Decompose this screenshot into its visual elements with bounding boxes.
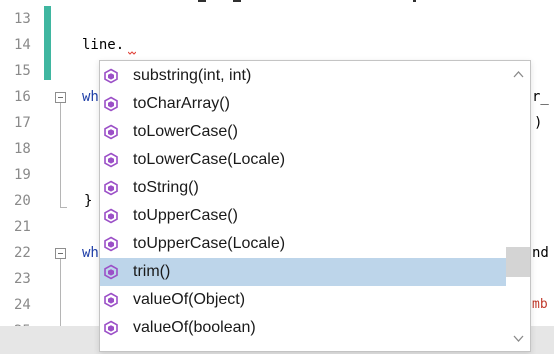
code-fragment[interactable]: ) bbox=[534, 110, 542, 136]
completion-item-label: trim() bbox=[133, 263, 171, 280]
method-icon bbox=[104, 68, 118, 84]
line-number: 22 bbox=[14, 245, 31, 261]
method-icon bbox=[104, 180, 118, 196]
scrollbar-thumb[interactable] bbox=[506, 247, 530, 277]
code-fragment[interactable]: mb bbox=[532, 292, 548, 318]
line-number: 23 bbox=[14, 271, 31, 287]
line-number: 16 bbox=[14, 89, 31, 105]
completion-item-label: substring(int, int) bbox=[133, 67, 252, 84]
line-number: 14 bbox=[14, 37, 31, 53]
code-fragment[interactable]: nd bbox=[532, 240, 549, 266]
completion-item[interactable]: toUpperCase() bbox=[100, 202, 506, 230]
fold-collapse-icon[interactable] bbox=[55, 92, 66, 103]
line-number: 19 bbox=[14, 167, 31, 183]
completion-item[interactable]: valueOf(boolean) bbox=[100, 314, 506, 342]
completion-item-label: toString() bbox=[133, 179, 199, 196]
code-line-14[interactable]: line. bbox=[82, 32, 124, 58]
change-indicator-bar bbox=[44, 6, 51, 80]
line-number: 15 bbox=[14, 63, 31, 79]
completion-item[interactable]: toLowerCase() bbox=[100, 118, 506, 146]
completion-item[interactable]: valueOf(Object) bbox=[100, 286, 506, 314]
method-icon bbox=[104, 264, 118, 280]
completion-item-label: toLowerCase() bbox=[133, 123, 238, 140]
error-squiggle bbox=[128, 51, 136, 55]
method-icon bbox=[104, 236, 118, 252]
code-completion-popup[interactable]: substring(int, int) toCharArray() toLowerC… bbox=[99, 60, 531, 352]
method-icon bbox=[104, 208, 118, 224]
clipped-code-fragment bbox=[188, 0, 418, 5]
completion-item[interactable]: substring(int, int) bbox=[100, 62, 506, 90]
scroll-down-icon[interactable] bbox=[513, 333, 524, 344]
method-icon bbox=[104, 292, 118, 308]
completion-item[interactable]: toCharArray() bbox=[100, 90, 506, 118]
line-number: 20 bbox=[14, 193, 31, 209]
completion-item-label: valueOf(boolean) bbox=[133, 319, 256, 336]
fold-collapse-icon[interactable] bbox=[55, 248, 66, 259]
method-icon bbox=[104, 124, 118, 140]
line-number: 24 bbox=[14, 297, 31, 313]
completion-item-label: toUpperCase(Locale) bbox=[133, 235, 286, 252]
completion-item[interactable]: toLowerCase(Locale) bbox=[100, 146, 506, 174]
method-icon bbox=[104, 320, 118, 336]
method-icon bbox=[104, 152, 118, 168]
line-number: 21 bbox=[14, 219, 31, 235]
method-icon bbox=[104, 96, 118, 112]
fold-guide-line bbox=[60, 259, 61, 326]
line-number: 17 bbox=[14, 115, 31, 131]
completion-item-label: toCharArray() bbox=[133, 95, 230, 112]
code-keyword[interactable]: wh bbox=[82, 84, 99, 110]
code-keyword[interactable]: wh bbox=[82, 240, 99, 266]
completion-item-label: toLowerCase(Locale) bbox=[133, 151, 286, 168]
code-fragment[interactable]: r_ bbox=[532, 84, 549, 110]
line-number: 18 bbox=[14, 141, 31, 157]
completion-item[interactable]: toString() bbox=[100, 174, 506, 202]
line-number: 13 bbox=[14, 11, 31, 27]
line-number-gutter: 13 14 15 16 17 18 19 20 21 22 23 24 25 bbox=[0, 0, 44, 354]
completion-scrollbar[interactable] bbox=[506, 61, 530, 351]
completion-item[interactable]: toUpperCase(Locale) bbox=[100, 230, 506, 258]
completion-item-label: valueOf(Object) bbox=[133, 291, 246, 308]
completion-item-label: toUpperCase() bbox=[133, 207, 238, 224]
scroll-up-icon[interactable] bbox=[513, 69, 524, 80]
completion-item[interactable]: trim() bbox=[100, 258, 506, 286]
fold-guide-line bbox=[60, 103, 61, 207]
code-brace[interactable]: } bbox=[84, 188, 92, 214]
fold-guide-end bbox=[60, 207, 67, 208]
